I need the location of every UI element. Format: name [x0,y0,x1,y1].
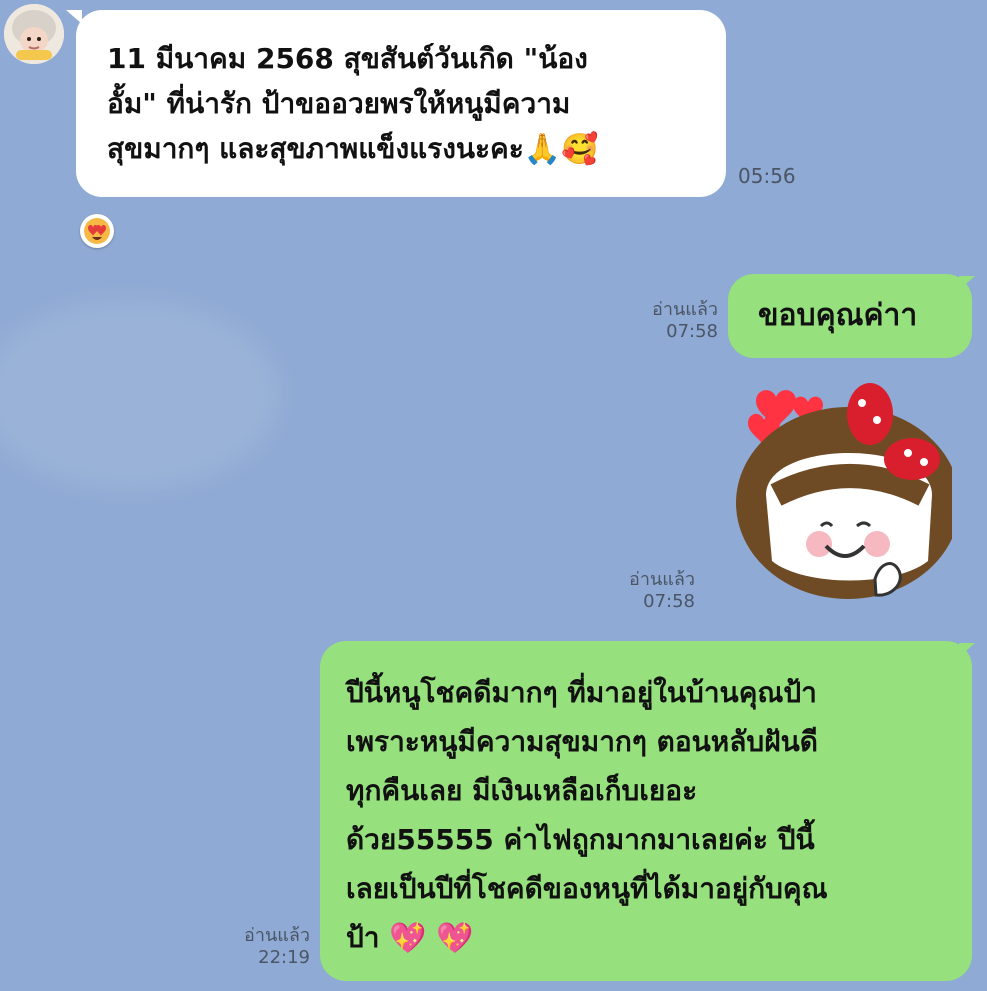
sticker-meta: อ่านแล้ว 07:58 [600,569,695,613]
read-status-label: อ่านแล้ว [244,925,310,946]
outgoing-message-2-meta: อ่านแล้ว 22:19 [215,925,310,969]
smiling-face-with-hearts-icon: 🥰 [561,132,599,167]
outgoing-message-1-text: ขอบคุณค่าา [758,298,918,333]
background-cloud [0,300,280,490]
outgoing-message-2-line-2: เพราะหนูมีความสุขมากๆ ตอนหลับฝันดี [346,725,818,758]
read-status-label: อ่านแล้ว [629,569,695,590]
incoming-message-line-3: สุขมากๆ และสุขภาพแข็งแรงนะคะ🙏🥰 [107,126,706,171]
outgoing-message-2-line-6: ป้า 💖 💖 [346,913,972,962]
heart-eyes-reaction-icon[interactable] [80,214,114,248]
outgoing-message-2-line-5: เลยเป็นปีที่โชคดีของหนูที่ได้มาอยู่กับคุ… [346,872,828,905]
girl-with-hearts-sticker[interactable] [722,375,960,610]
outgoing-message-1-meta: อ่านแล้ว 07:58 [632,299,718,343]
sparkling-heart-icon: 💖 [436,921,474,956]
praying-hands-icon: 🙏 [523,132,562,167]
incoming-message-line-2: อั้ม" ที่น่ารัก ป้าขออวยพรให้หนูมีความ [107,87,571,120]
sparkling-heart-icon: 💖 [389,921,427,956]
message-time: 22:19 [258,947,310,968]
read-status-label: อ่านแล้ว [652,299,718,320]
incoming-message-line-3-text: สุขมากๆ และสุขภาพแข็งแรงนะคะ [107,132,524,165]
incoming-message-bubble[interactable]: 11 มีนาคม 2568 สุขสันต์วันเกิด "น้อง อั้… [76,10,726,197]
message-time: 07:58 [666,321,718,342]
incoming-message-time: 05:56 [738,164,796,188]
outgoing-message-2-line-1: ปีนี้หนูโชคดีมากๆ ที่มาอยู่ในบ้านคุณป้า [346,676,817,709]
outgoing-message-2-bubble[interactable]: ปีนี้หนูโชคดีมากๆ ที่มาอยู่ในบ้านคุณป้า … [320,641,972,981]
incoming-message-line-1: 11 มีนาคม 2568 สุขสันต์วันเกิด "น้อง [107,42,588,75]
outgoing-message-2-line-4: ด้วย55555 ค่าไฟถูกมากมาเลยค่ะ ปีนี้ [346,823,815,856]
contact-avatar[interactable] [4,4,64,64]
baby-avatar-icon [4,4,64,64]
outgoing-message-2-line-6-text: ป้า [346,921,380,954]
outgoing-message-2-line-3: ทุกคืนเลย มีเงินเหลือเก็บเยอะ [346,774,698,807]
message-time: 07:58 [643,591,695,612]
outgoing-message-1-bubble[interactable]: ขอบคุณค่าา [728,274,972,358]
